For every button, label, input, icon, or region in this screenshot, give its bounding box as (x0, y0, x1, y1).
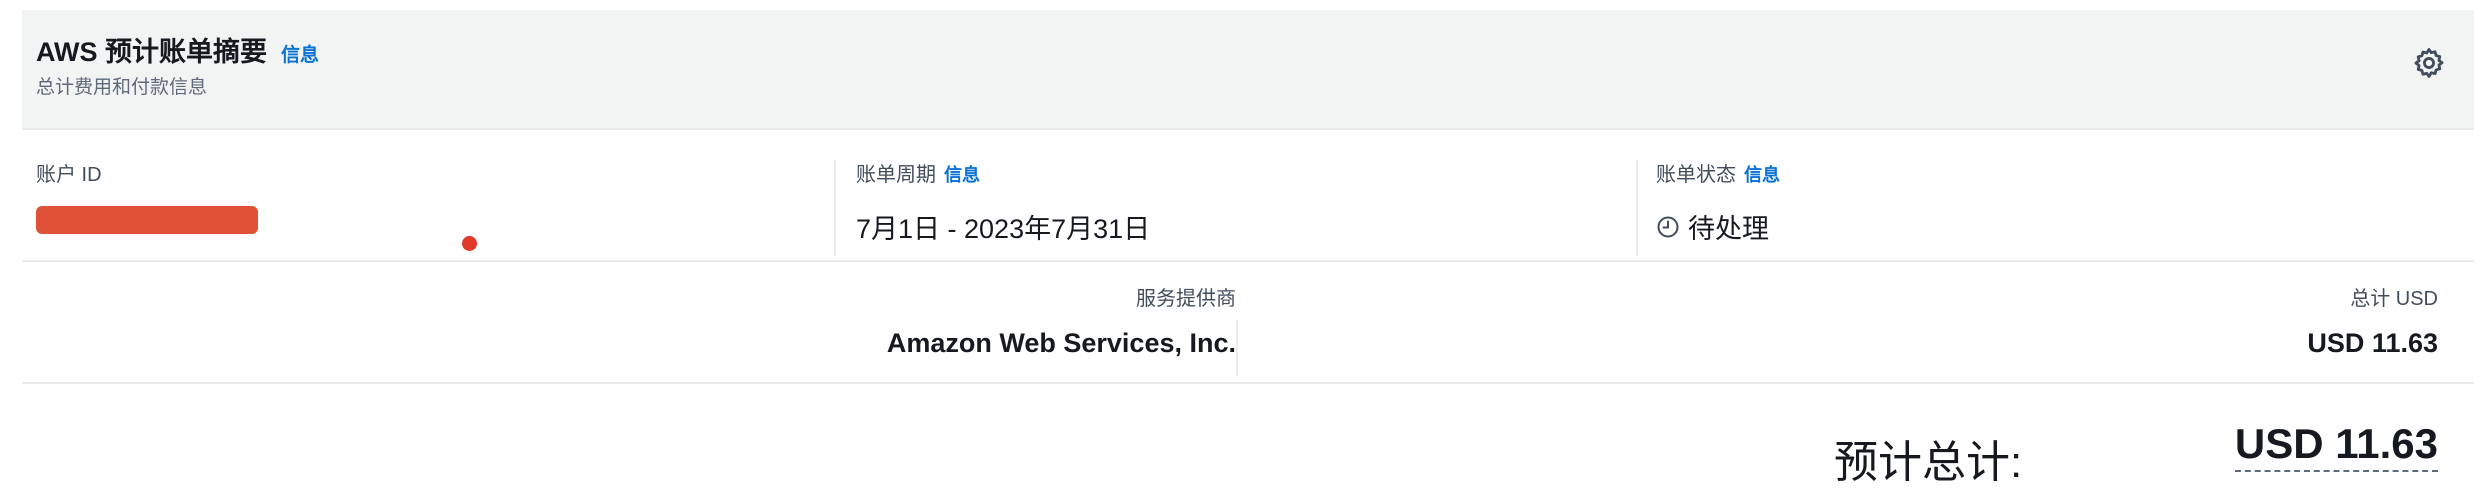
estimated-total-label: 预计总计: (1834, 438, 2023, 487)
billing-period-label-row: 账单周期 信息 (856, 158, 1150, 187)
estimated-total-value[interactable]: USD 11.63 (2234, 420, 2438, 472)
billing-status-value: 待处理 (1688, 214, 1769, 244)
billing-period-info-link[interactable]: 信息 (944, 161, 980, 187)
billing-status-column: 账单状态 信息 待处理 (1656, 158, 1780, 246)
total-usd-label: 总计 USD (2350, 288, 2438, 310)
billing-status-label: 账单状态 (1656, 164, 1736, 186)
column-divider (1236, 320, 1238, 376)
total-usd-value: USD 11.63 (2307, 328, 2438, 358)
redaction-dot (462, 236, 477, 251)
row-divider (22, 260, 2474, 262)
account-id-redaction (36, 206, 258, 234)
gear-icon[interactable] (2412, 46, 2446, 80)
billing-status-info-link[interactable]: 信息 (1744, 161, 1780, 187)
page: AWS 预计账单摘要 信息 总计费用和付款信息 账户 ID 账单周期 信息 7月… (0, 0, 2474, 488)
header-title-row: AWS 预计账单摘要 信息 (36, 30, 319, 69)
clock-icon (1657, 216, 1679, 237)
row-divider (22, 382, 2474, 384)
provider-value: Amazon Web Services, Inc. (886, 328, 1236, 358)
billing-period-column: 账单周期 信息 7月1日 - 2023年7月31日 (856, 158, 1150, 246)
billing-period-label: 账单周期 (856, 164, 936, 186)
column-divider (1636, 160, 1638, 256)
panel-header: AWS 预计账单摘要 信息 总计费用和付款信息 (22, 10, 2474, 130)
account-column: 账户 ID (36, 158, 102, 187)
billing-period-value: 7月1日 - 2023年7月31日 (856, 214, 1151, 244)
account-id-label: 账户 ID (36, 164, 102, 186)
panel-title: AWS 预计账单摘要 (36, 37, 268, 67)
provider-label: 服务提供商 (1136, 288, 1236, 310)
billing-status-label-row: 账单状态 信息 (1656, 158, 1780, 187)
title-info-link[interactable]: 信息 (281, 40, 319, 67)
billing-status-value-row: 待处理 (1656, 207, 1780, 246)
column-divider (834, 160, 836, 256)
panel-subtitle: 总计费用和付款信息 (36, 77, 208, 98)
estimated-bill-summary-panel: AWS 预计账单摘要 信息 总计费用和付款信息 账户 ID 账单周期 信息 7月… (22, 10, 2474, 488)
